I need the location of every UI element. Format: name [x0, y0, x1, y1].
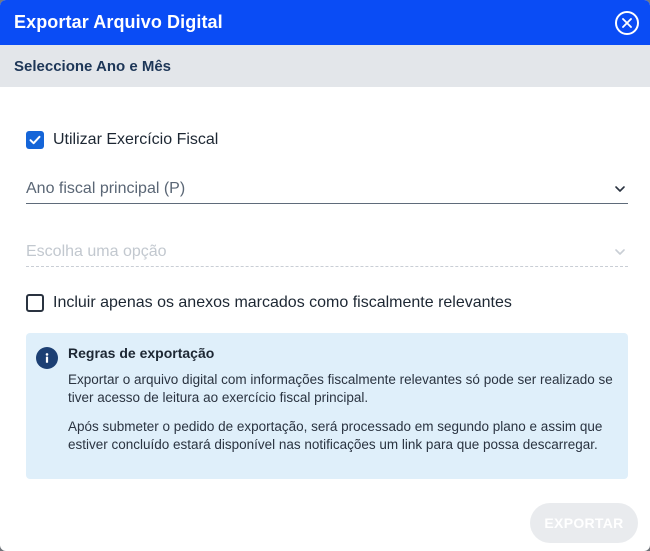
section-title: Seleccione Ano e Mês	[14, 57, 172, 75]
close-icon	[622, 18, 632, 28]
only-relevant-checkbox[interactable]	[26, 294, 44, 312]
use-fiscal-year-checkbox-row[interactable]: Utilizar Exercício Fiscal	[26, 131, 218, 149]
export-button[interactable]: EXPORTAR	[530, 503, 638, 543]
export-rules-info-box: Regras de exportação Exportar o arquivo …	[26, 333, 628, 479]
use-fiscal-year-label: Utilizar Exercício Fiscal	[53, 131, 219, 148]
only-relevant-label: Incluir apenas os anexos marcados como f…	[53, 294, 512, 311]
close-button[interactable]	[615, 11, 639, 35]
info-paragraph-2: Após submeter o pedido de exportação, se…	[68, 419, 603, 452]
option-select: Escolha uma opção	[26, 237, 628, 267]
chevron-down-icon	[615, 185, 625, 192]
dialog-title: Exportar Arquivo Digital	[14, 12, 223, 32]
chevron-down-icon	[615, 248, 625, 255]
info-icon	[36, 347, 58, 369]
dialog-subheader: Seleccione Ano e Mês	[0, 45, 650, 87]
dialog-header: Exportar Arquivo Digital	[0, 0, 650, 45]
option-select-placeholder: Escolha uma opção	[26, 242, 167, 260]
only-relevant-checkbox-row[interactable]: Incluir apenas os anexos marcados como f…	[26, 294, 512, 312]
fiscal-year-select-value: Ano fiscal principal (P)	[26, 179, 186, 197]
fiscal-year-select[interactable]: Ano fiscal principal (P)	[26, 174, 628, 204]
info-paragraph-1: Exportar o arquivo digital com informaçõ…	[68, 372, 613, 405]
export-dialog: Exportar Arquivo Digital Seleccione Ano …	[0, 0, 650, 551]
info-title: Regras de exportação	[68, 345, 215, 361]
use-fiscal-year-checkbox[interactable]	[26, 131, 44, 149]
checkmark-icon	[29, 135, 41, 145]
